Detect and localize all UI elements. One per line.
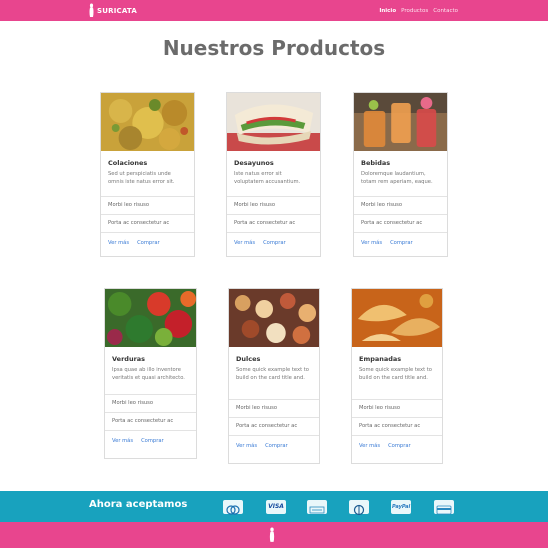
divider [229, 435, 319, 436]
list-item: Porta ac consectetur ac [229, 417, 319, 434]
diners-club-icon [223, 500, 243, 515]
nav-links: Inicio Productos Contacto [379, 0, 458, 21]
nav-link-contacto[interactable]: Contacto [433, 8, 458, 14]
list-item: Porta ac consectetur ac [352, 417, 442, 434]
comprar-link[interactable]: Comprar [265, 443, 288, 449]
list-item: Morbi leo risuso [101, 196, 194, 213]
divider [352, 435, 442, 436]
card-text: Iste natus error sit voluptatem accusant… [234, 171, 301, 185]
list-item: Morbi leo risuso [105, 394, 196, 411]
list-item: Morbi leo risuso [227, 196, 320, 213]
list-item: Porta ac consectetur ac [354, 214, 447, 231]
breakfast-image [227, 93, 320, 151]
drinks-image [354, 93, 447, 151]
top-navbar: SURICATA Inicio Productos Contacto [0, 0, 548, 21]
card-title: Bebidas [361, 159, 391, 167]
meerkat-icon [89, 3, 94, 17]
list-item: Morbi leo risuso [229, 399, 319, 416]
vegetables-image [105, 289, 196, 347]
ver-mas-link[interactable]: Ver más [108, 240, 129, 246]
bottom-bar [0, 522, 548, 548]
ver-mas-link[interactable]: Ver más [359, 443, 380, 449]
card-text: Some quick example text to build on the … [236, 367, 309, 381]
card-title: Dulces [236, 355, 261, 363]
list-item: Porta ac consectetur ac [227, 214, 320, 231]
card-title: Empanadas [359, 355, 402, 363]
divider [105, 430, 196, 431]
nav-link-inicio[interactable]: Inicio [379, 8, 396, 14]
american-express-icon [307, 500, 327, 514]
sweets-image [229, 289, 319, 347]
comprar-link[interactable]: Comprar [390, 240, 413, 246]
card-text: Some quick example text to build on the … [359, 367, 432, 381]
list-item: Morbi leo risuso [354, 196, 447, 213]
list-item: Morbi leo risuso [352, 399, 442, 416]
divider [227, 232, 320, 233]
card-title: Colaciones [108, 159, 148, 167]
product-card-bebidas: Bebidas Doloremque laudantium, totam rem… [353, 92, 448, 257]
snack-image [101, 93, 194, 151]
meerkat-icon [269, 527, 275, 542]
ver-mas-link[interactable]: Ver más [236, 443, 257, 449]
card-text: Sed ut perspiciatis unde omnis iste natu… [108, 171, 175, 185]
brand-logo[interactable]: SURICATA [88, 2, 137, 19]
comprar-link[interactable]: Comprar [263, 240, 286, 246]
list-item: Porta ac consectetur ac [101, 214, 194, 231]
page-title: Nuestros Productos [162, 36, 386, 60]
payments-label: Ahora aceptamos [89, 499, 188, 510]
ver-mas-link[interactable]: Ver más [112, 438, 133, 444]
list-item: Porta ac consectetur ac [105, 412, 196, 429]
product-card-desayunos: Desayunos Iste natus error sit voluptate… [226, 92, 321, 257]
brand-name: SURICATA [97, 6, 137, 15]
product-card-dulces: Dulces Some quick example text to build … [228, 288, 320, 464]
comprar-link[interactable]: Comprar [141, 438, 164, 444]
comprar-link[interactable]: Comprar [137, 240, 160, 246]
card-text: Ipsa quae ab illo inventore veritatis et… [112, 367, 185, 381]
product-card-empanadas: Empanadas Some quick example text to bui… [351, 288, 443, 464]
card-title: Desayunos [234, 159, 274, 167]
nav-link-productos[interactable]: Productos [401, 8, 428, 14]
product-card-verduras: Verduras Ipsa quae ab illo inventore ver… [104, 288, 197, 459]
divider [354, 232, 447, 233]
card-title: Verduras [112, 355, 146, 363]
ver-mas-link[interactable]: Ver más [361, 240, 382, 246]
divider [101, 232, 194, 233]
empanadas-image [352, 289, 442, 347]
card-text: Doloremque laudantium, totam rem aperiam… [361, 171, 433, 185]
payments-footer: Ahora aceptamos VISA PayPal [0, 491, 548, 522]
ver-mas-link[interactable]: Ver más [234, 240, 255, 246]
paypal-icon: PayPal [391, 500, 411, 514]
diners-club-alt-icon [349, 500, 369, 516]
visa-icon: VISA [266, 500, 286, 514]
generic-card-icon [434, 500, 454, 515]
product-card-colaciones: Colaciones Sed ut perspiciatis unde omni… [100, 92, 195, 257]
comprar-link[interactable]: Comprar [388, 443, 411, 449]
